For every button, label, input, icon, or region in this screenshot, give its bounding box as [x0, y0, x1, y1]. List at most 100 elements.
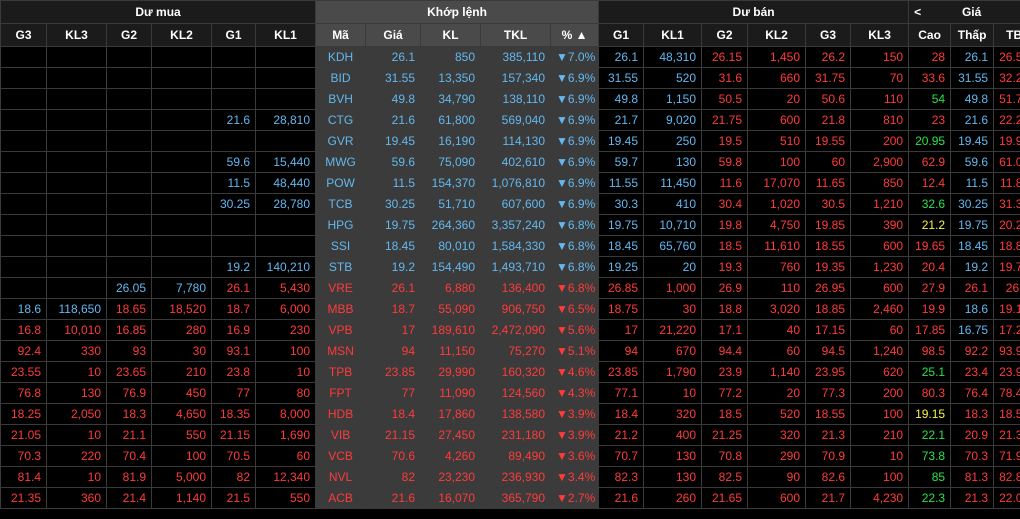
table-cell: ▼6.9%	[550, 109, 600, 131]
symbol-cell[interactable]: BVH	[315, 88, 367, 110]
symbol-cell[interactable]: POW	[315, 172, 367, 194]
table-cell: 520	[747, 403, 807, 425]
table-row[interactable]: BVH 49.8 34,790 138,110 ▼6.9% 49.8 1,150 50.5 20…	[0, 88, 1020, 110]
table-row[interactable]: 30.25 28,780 TCB 30.25 51,710 607,600 ▼6.9% 30.…	[0, 193, 1020, 215]
table-row[interactable]: 81.4 10 81.9 5,000 82 12,340 NVL 82 23,230 236,93…	[0, 466, 1020, 488]
table-cell: 19.75	[598, 214, 645, 236]
table-cell: 1,790	[643, 361, 703, 383]
table-cell: 30.3	[598, 193, 645, 215]
table-cell: 130	[46, 382, 107, 404]
table-cell: 19.45	[598, 130, 645, 152]
table-cell: 7,780	[151, 277, 212, 299]
table-cell	[0, 109, 47, 131]
table-cell: 80.3	[908, 382, 952, 404]
table-cell: 18.4	[598, 403, 645, 425]
table-cell: 60	[747, 340, 807, 362]
table-cell: 94.5	[805, 340, 852, 362]
symbol-cell[interactable]: VPB	[315, 319, 367, 341]
table-row[interactable]: 76.8 130 76.9 450 77 80 FPT 77 11,090 124,560 ▼4.3…	[0, 382, 1020, 404]
table-cell: 19.9	[908, 298, 952, 320]
symbol-cell[interactable]: TCB	[315, 193, 367, 215]
symbol-cell[interactable]: VIB	[315, 424, 367, 446]
table-row[interactable]: SSI 18.45 80,010 1,584,330 ▼6.8% 18.45 65,760 1…	[0, 235, 1020, 257]
symbol-cell[interactable]: HPG	[315, 214, 367, 236]
symbol-cell[interactable]: CTG	[315, 109, 367, 131]
table-cell: 231,180	[480, 424, 552, 446]
symbol-cell[interactable]: TPB	[315, 361, 367, 383]
table-row[interactable]: 19.2 140,210 STB 19.2 154,490 1,493,710 ▼6.8% 1…	[0, 256, 1020, 278]
symbol-cell[interactable]: SSI	[315, 235, 367, 257]
table-cell: 400	[643, 424, 703, 446]
table-cell: 93.92	[993, 340, 1020, 362]
table-cell: 600	[747, 487, 807, 509]
table-cell: 20	[643, 256, 703, 278]
table-cell: 200	[850, 130, 910, 152]
table-cell: 30.25	[950, 193, 995, 215]
symbol-cell[interactable]: ACB	[315, 487, 367, 509]
symbol-cell[interactable]: STB	[315, 256, 367, 278]
table-cell: 70.7	[598, 445, 645, 467]
column-header: G1	[211, 23, 256, 47]
symbol-cell[interactable]: VRE	[315, 277, 367, 299]
table-cell: 80	[254, 382, 317, 404]
table-cell: 19.15	[908, 403, 952, 425]
table-row[interactable]: 21.05 10 21.1 550 21.15 1,690 VIB 21.15 27,450 23…	[0, 424, 1020, 446]
table-cell: 365,790	[480, 487, 552, 509]
table-cell: 21.3	[805, 424, 852, 446]
column-header: Cao	[908, 23, 952, 47]
table-cell: 20	[747, 382, 807, 404]
symbol-cell[interactable]: HDB	[315, 403, 367, 425]
symbol-cell[interactable]: BID	[315, 67, 367, 89]
table-cell: 19.74	[993, 256, 1020, 278]
table-cell: 450	[151, 382, 212, 404]
table-row[interactable]: 18.6 118,650 18.65 18,520 18.7 6,000 MBB 18.7 55…	[0, 298, 1020, 320]
table-cell: 30.25	[211, 193, 256, 215]
symbol-cell[interactable]: FPT	[315, 382, 367, 404]
table-cell: 600	[850, 235, 910, 257]
table-cell: 19.92	[993, 130, 1020, 152]
table-cell	[46, 172, 107, 194]
table-cell: 4,260	[420, 445, 482, 467]
table-row[interactable]: 70.3 220 70.4 100 70.5 60 VCB 70.6 4,260 89,490 ▼3…	[0, 445, 1020, 467]
symbol-cell[interactable]: MBB	[315, 298, 367, 320]
symbol-cell[interactable]: KDH	[315, 46, 367, 68]
prev-page-icon[interactable]: <	[914, 5, 921, 19]
column-header[interactable]: % ▲	[550, 23, 600, 47]
table-cell: 2,050	[46, 403, 107, 425]
price-group-label: Giá	[961, 5, 982, 19]
table-row[interactable]: 16.8 10,010 16.85 280 16.9 230 VPB 17 189,610 2,4…	[0, 319, 1020, 341]
table-row[interactable]: 59.6 15,440 MWG 59.6 75,090 402,610 ▼6.9% 59.7 1…	[0, 151, 1020, 173]
table-row[interactable]: 23.55 10 23.65 210 23.8 10 TPB 23.85 29,990 160,3…	[0, 361, 1020, 383]
table-cell: 26.54	[993, 46, 1020, 68]
table-row[interactable]: 26.05 7,780 26.1 5,430 VRE 26.1 6,880 136,400 ▼6…	[0, 277, 1020, 299]
table-row[interactable]: 21.35 360 21.4 1,140 21.5 550 ACB 21.6 16,070 365…	[0, 487, 1020, 509]
table-row[interactable]: KDH 26.1 850 385,110 ▼7.0% 26.1 48,310 26.15 1,4…	[0, 46, 1020, 68]
symbol-cell[interactable]: VCB	[315, 445, 367, 467]
table-row[interactable]: GVR 19.45 16,190 114,130 ▼6.9% 19.45 250 19.5 51…	[0, 130, 1020, 152]
table-row[interactable]: HPG 19.75 264,360 3,357,240 ▼6.8% 19.75 10,710…	[0, 214, 1020, 236]
table-cell	[211, 67, 256, 89]
table-cell: 22.02	[993, 487, 1020, 509]
table-cell: 2,472,090	[480, 319, 552, 341]
table-row[interactable]: 11.5 48,440 POW 11.5 154,370 1,076,810 ▼6.9% 11…	[0, 172, 1020, 194]
table-row[interactable]: 92.4 330 93 30 93.1 100 MSN 94 11,150 75,270 ▼5.1%…	[0, 340, 1020, 362]
symbol-cell[interactable]: MSN	[315, 340, 367, 362]
symbol-cell[interactable]: NVL	[315, 466, 367, 488]
table-cell: 71.97	[993, 445, 1020, 467]
symbol-cell[interactable]: GVR	[315, 130, 367, 152]
table-cell: 32.6	[908, 193, 952, 215]
table-cell: 10	[46, 424, 107, 446]
column-header: KL1	[643, 23, 703, 47]
table-cell: 17.85	[908, 319, 952, 341]
symbol-cell[interactable]: MWG	[315, 151, 367, 173]
column-header: Thấp	[950, 23, 995, 47]
table-cell: ▼6.9%	[550, 88, 600, 110]
table-cell: 18.5	[701, 403, 749, 425]
table-cell: 26.1	[211, 277, 256, 299]
table-row[interactable]: BID 31.55 13,350 157,340 ▼6.9% 31.55 520 31.6 66…	[0, 67, 1020, 89]
table-row[interactable]: 18.25 2,050 18.3 4,650 18.35 8,000 HDB 18.4 17,8…	[0, 403, 1020, 425]
table-cell: 157,340	[480, 67, 552, 89]
table-row[interactable]: 21.6 28,810 CTG 21.6 61,800 569,040 ▼6.9% 21.7 9…	[0, 109, 1020, 131]
table-cell: 6,000	[254, 298, 317, 320]
table-cell: 21.7	[598, 109, 645, 131]
